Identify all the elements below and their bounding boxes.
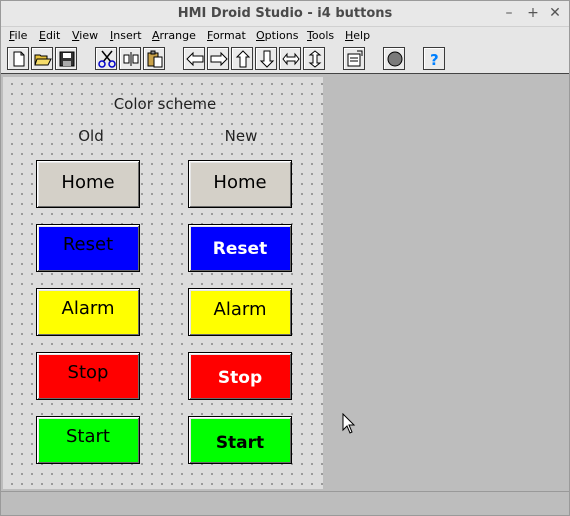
new-home-button[interactable]: Home <box>188 160 292 208</box>
arrow-up-icon <box>235 50 251 68</box>
arrow-down-icon <box>259 50 275 68</box>
paste-icon <box>147 50 163 68</box>
resize-vertical-icon <box>308 50 322 68</box>
menu-arrange-label: rrange <box>159 29 196 42</box>
cut-button[interactable] <box>95 47 117 70</box>
menu-insert[interactable]: Insert <box>110 29 142 42</box>
old-stop-button[interactable]: Stop <box>36 352 140 400</box>
move-left-button[interactable] <box>183 47 205 70</box>
old-start-button[interactable]: Start <box>36 416 140 464</box>
menu-file[interactable]: File <box>9 29 27 42</box>
save-icon <box>59 51 75 67</box>
move-down-button[interactable] <box>255 47 277 70</box>
record-button[interactable] <box>383 47 405 70</box>
arrow-left-icon <box>186 51 204 67</box>
menu-options[interactable]: Options <box>256 29 298 42</box>
old-column-label: Old <box>78 127 104 145</box>
menu-edit-mnemonic: E <box>39 29 46 42</box>
svg-text:?: ? <box>430 51 439 68</box>
mouse-pointer-icon <box>342 413 356 434</box>
menu-arrange-mnemonic: A <box>152 29 160 42</box>
menu-format-label: ormat <box>212 29 246 42</box>
paste-button[interactable] <box>143 47 165 70</box>
help-icon: ? <box>430 51 439 68</box>
resize-horizontal-icon <box>282 52 300 66</box>
new-reset-button[interactable]: Reset <box>188 224 292 272</box>
menu-format[interactable]: Format <box>207 29 246 42</box>
new-alarm-button[interactable]: Alarm <box>188 288 292 336</box>
maximize-button[interactable]: + <box>525 5 541 21</box>
title-bar[interactable]: HMI Droid Studio - i4 buttons – + ✕ <box>1 1 569 27</box>
new-column-label: New <box>224 127 258 145</box>
menu-help-label: elp <box>353 29 371 42</box>
align-button[interactable] <box>119 47 141 70</box>
app-window: HMI Droid Studio - i4 buttons – + ✕ File… <box>0 0 570 516</box>
menu-bar: File Edit View Insert Arrange Format Opt… <box>1 27 569 45</box>
menu-view-label: iew <box>79 29 99 42</box>
arrow-right-icon <box>210 51 228 67</box>
color-scheme-heading: Color scheme <box>113 95 217 113</box>
menu-view[interactable]: View <box>72 29 98 42</box>
new-file-icon <box>13 51 25 67</box>
horizontal-scrollbar[interactable] <box>1 491 569 515</box>
menu-help[interactable]: Help <box>345 29 370 42</box>
toolbar: ? <box>1 45 569 74</box>
menu-options-label: ptions <box>264 29 299 42</box>
menu-tools[interactable]: Tools <box>307 29 334 42</box>
resize-vertical-button[interactable] <box>303 47 325 70</box>
new-start-button[interactable]: Start <box>188 416 292 464</box>
menu-options-mnemonic: O <box>256 29 265 42</box>
new-file-button[interactable] <box>7 47 29 70</box>
properties-button[interactable] <box>343 47 365 70</box>
resize-horizontal-button[interactable] <box>279 47 301 70</box>
window-title: HMI Droid Studio - i4 buttons <box>177 6 393 21</box>
old-home-button[interactable]: Home <box>36 160 140 208</box>
menu-arrange[interactable]: Arrange <box>152 29 196 42</box>
save-button[interactable] <box>55 47 77 70</box>
open-folder-icon <box>34 54 52 66</box>
help-button[interactable]: ? <box>423 47 445 70</box>
menu-edit-label: dit <box>45 29 61 42</box>
menu-insert-label: nsert <box>113 29 142 42</box>
move-right-button[interactable] <box>207 47 229 70</box>
old-alarm-button[interactable]: Alarm <box>36 288 140 336</box>
align-icon <box>123 52 139 66</box>
menu-edit[interactable]: Edit <box>39 29 60 42</box>
old-reset-button[interactable]: Reset <box>36 224 140 272</box>
record-icon <box>387 51 403 67</box>
new-stop-button[interactable]: Stop <box>188 352 292 400</box>
menu-tools-label: ools <box>311 29 335 42</box>
hmi-screen[interactable]: Color scheme Old New Home Reset Alarm St… <box>3 77 323 489</box>
minimize-button[interactable]: – <box>501 5 517 21</box>
menu-file-label: ile <box>14 29 28 42</box>
move-up-button[interactable] <box>231 47 253 70</box>
cut-icon <box>98 50 116 68</box>
close-button[interactable]: ✕ <box>547 5 563 21</box>
open-button[interactable] <box>31 47 53 70</box>
properties-icon <box>347 50 363 67</box>
